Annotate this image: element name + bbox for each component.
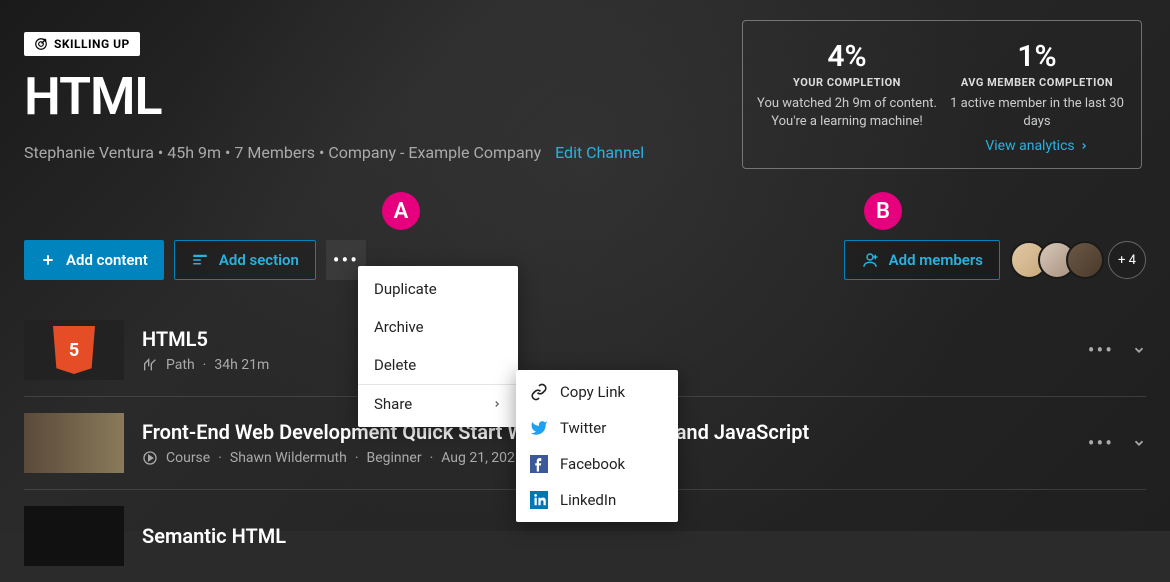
item-more-button[interactable]: •••: [1088, 431, 1114, 455]
twitter-icon: [530, 419, 548, 437]
item-title[interactable]: HTML5: [142, 327, 1070, 351]
plus-icon: [40, 252, 56, 268]
menu-share-label: Share: [374, 395, 412, 413]
item-expand-button[interactable]: [1132, 431, 1146, 455]
your-completion-pct: 4%: [757, 39, 937, 74]
link-icon: [530, 383, 548, 401]
share-copy-label: Copy Link: [560, 383, 625, 401]
add-person-icon: [861, 251, 879, 269]
meta-company: Company - Example Company: [328, 143, 541, 162]
your-completion-label: YOUR COMPLETION: [757, 76, 937, 89]
menu-duplicate[interactable]: Duplicate: [358, 270, 518, 308]
chevron-right-icon: [1079, 141, 1089, 151]
item-author: Shawn Wildermuth: [230, 450, 347, 466]
item-thumbnail: [24, 506, 124, 566]
share-linkedin[interactable]: LinkedIn: [516, 482, 678, 518]
avatar[interactable]: [1066, 241, 1104, 279]
share-twitter-label: Twitter: [560, 419, 606, 437]
view-analytics-link[interactable]: View analytics: [985, 138, 1088, 154]
item-date: Aug 21, 2021: [441, 450, 523, 466]
view-analytics-label: View analytics: [985, 138, 1074, 154]
completion-stats-box: 4% YOUR COMPLETION You watched 2h 9m of …: [742, 20, 1142, 169]
share-facebook-label: Facebook: [560, 455, 625, 473]
item-expand-button[interactable]: [1132, 338, 1146, 362]
share-copy-link[interactable]: Copy Link: [516, 374, 678, 410]
path-icon: [142, 357, 158, 373]
add-members-label: Add members: [889, 251, 983, 269]
item-level: Beginner: [367, 450, 422, 466]
item-type: Course: [166, 450, 210, 466]
item-title[interactable]: Semantic HTML: [142, 524, 1146, 548]
skilling-up-badge: SKILLING UP: [24, 32, 140, 56]
add-members-button[interactable]: Add members: [844, 240, 1000, 280]
share-submenu: Copy Link Twitter Facebook LinkedIn: [516, 370, 678, 522]
your-completion-desc: You watched 2h 9m of content. You're a l…: [757, 95, 937, 130]
html5-logo-icon: 5: [53, 326, 95, 374]
share-facebook[interactable]: Facebook: [516, 446, 678, 482]
share-linkedin-label: LinkedIn: [560, 491, 616, 509]
member-avatars[interactable]: [1010, 241, 1104, 279]
share-twitter[interactable]: Twitter: [516, 410, 678, 446]
ellipsis-icon: •••: [333, 248, 359, 272]
item-type: Path: [166, 357, 195, 373]
item-duration: 34h 21m: [214, 357, 269, 373]
edit-channel-link[interactable]: Edit Channel: [555, 143, 644, 162]
marker-a: A: [382, 192, 420, 230]
linkedin-icon: [530, 491, 548, 509]
item-thumbnail: [24, 413, 124, 473]
menu-share[interactable]: Share: [358, 384, 518, 423]
item-more-button[interactable]: •••: [1088, 338, 1114, 362]
menu-delete[interactable]: Delete: [358, 346, 518, 384]
skilling-up-label: SKILLING UP: [54, 37, 130, 51]
add-content-button[interactable]: Add content: [24, 240, 164, 280]
marker-b: B: [864, 192, 902, 230]
add-content-label: Add content: [66, 251, 148, 269]
section-icon: [191, 251, 209, 269]
facebook-icon: [530, 455, 548, 473]
avg-completion-label: AVG MEMBER COMPLETION: [947, 76, 1127, 89]
menu-archive[interactable]: Archive: [358, 308, 518, 346]
more-options-menu: Duplicate Archive Delete Share: [358, 266, 518, 427]
avg-completion-pct: 1%: [947, 39, 1127, 74]
chevron-right-icon: [492, 399, 502, 409]
avg-completion-desc: 1 active member in the last 30 days: [947, 95, 1127, 130]
add-section-label: Add section: [219, 251, 299, 269]
meta-members: 7 Members: [234, 143, 315, 162]
meta-author: Stephanie Ventura: [24, 143, 154, 162]
avatar-more-count[interactable]: + 4: [1108, 241, 1146, 279]
target-icon: [34, 37, 48, 51]
play-circle-icon: [142, 450, 158, 466]
item-thumbnail: 5: [24, 320, 124, 380]
meta-duration: 45h 9m: [167, 143, 221, 162]
add-section-button[interactable]: Add section: [174, 240, 316, 280]
